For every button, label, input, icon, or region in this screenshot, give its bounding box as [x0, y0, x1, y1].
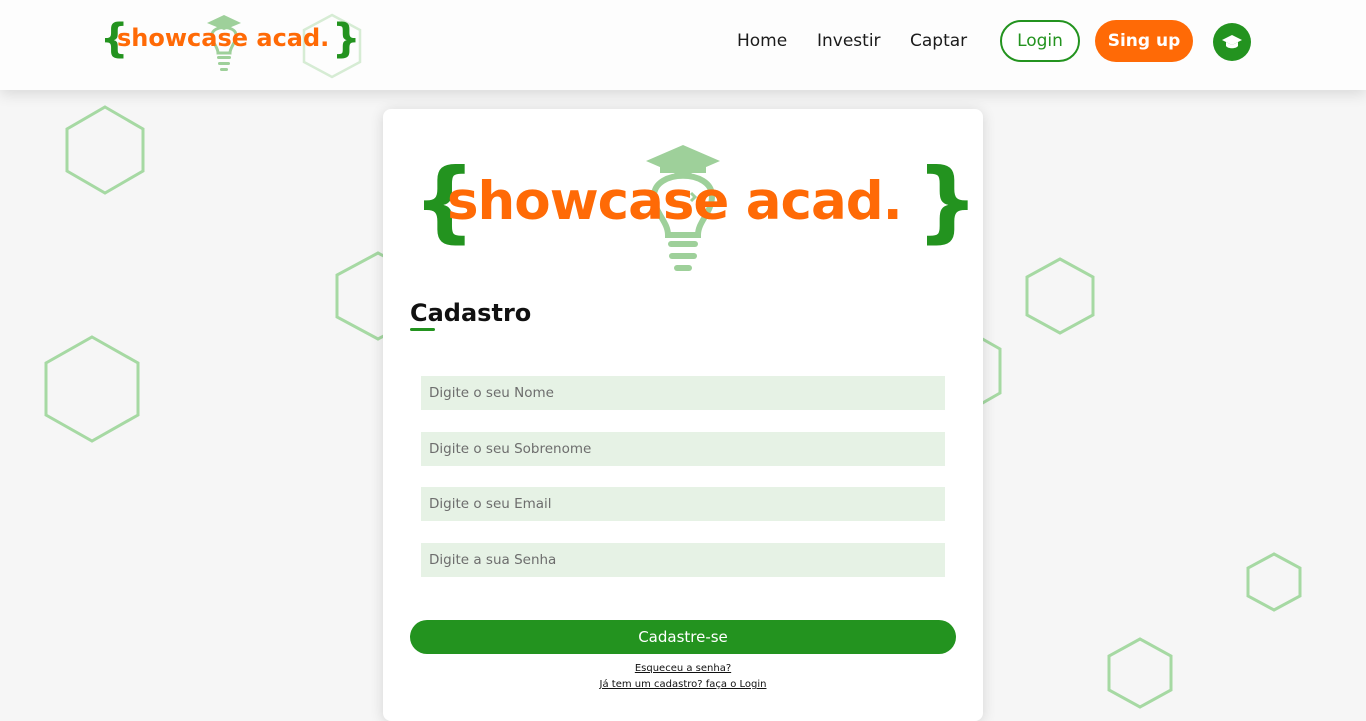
forgot-password-link[interactable]: Esqueceu a senha? [383, 663, 983, 674]
title-underline [410, 328, 435, 331]
hexagon-decoration [1246, 552, 1302, 612]
login-link[interactable]: Já tem um cadastro? faça o Login [383, 679, 983, 690]
logo-close-brace: } [916, 149, 979, 252]
nav-investir[interactable]: Investir [817, 31, 881, 51]
logo-text: showcase acad. [447, 171, 903, 232]
email-input[interactable] [421, 487, 945, 521]
nav-captar[interactable]: Captar [910, 31, 967, 51]
signup-submit-button[interactable]: Cadastre-se [410, 620, 956, 654]
hexagon-decoration [65, 105, 145, 195]
nav-home[interactable]: Home [737, 31, 787, 51]
password-input[interactable] [421, 543, 945, 577]
brand-logo[interactable]: { showcase acad. } [100, 12, 370, 82]
top-navbar: { showcase acad. } Home Investir Captar … [0, 0, 1366, 90]
logo-close-brace: } [332, 16, 361, 62]
hexagon-decoration [1025, 257, 1095, 335]
hexagon-decoration [1107, 637, 1173, 709]
signup-card: { showcase acad. } Cadastro Cadastre-se … [383, 109, 983, 721]
first-name-input[interactable] [421, 376, 945, 410]
login-button[interactable]: Login [1000, 20, 1080, 62]
signup-button[interactable]: Sing up [1095, 20, 1193, 62]
profile-button[interactable] [1213, 23, 1251, 61]
logo-text: showcase acad. [117, 24, 330, 52]
last-name-input[interactable] [421, 432, 945, 466]
graduation-cap-icon [1222, 35, 1242, 49]
brand-logo-large: { showcase acad. } [413, 139, 979, 279]
hexagon-decoration [44, 335, 140, 443]
page-title: Cadastro [410, 299, 532, 327]
